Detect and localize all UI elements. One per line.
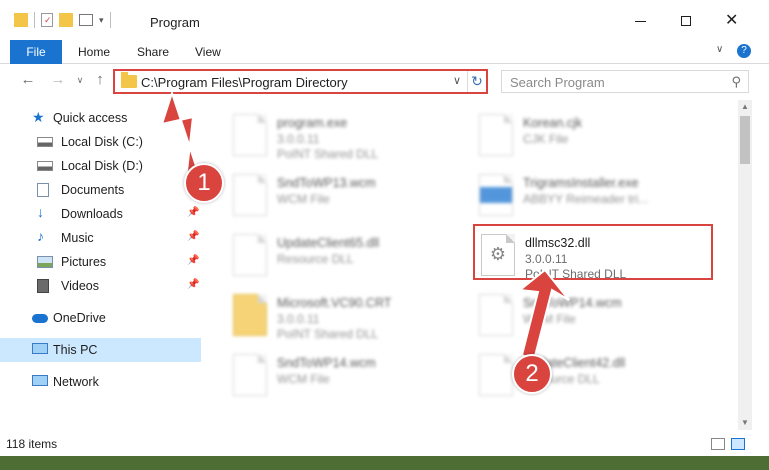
callout-badge-2: 2 [512,354,552,394]
arrow-2 [517,268,570,362]
callout-arrows [160,89,570,362]
callout-badge-1: 1 [184,163,224,203]
